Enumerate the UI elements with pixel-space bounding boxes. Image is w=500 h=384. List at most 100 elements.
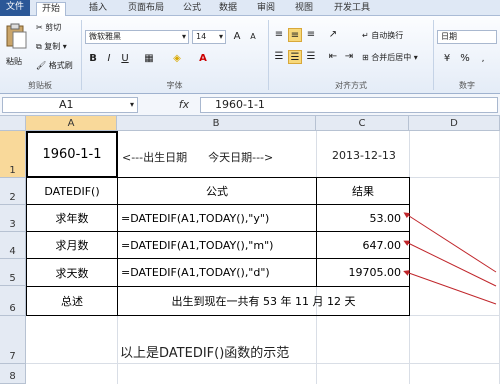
ribbon: 粘贴 ✂ 剪切 ⧉ 复制 ▾ 🖌 格式刷 剪贴板 微软雅黑 ▾ 14 ▾ A A B… [0,16,500,94]
percent-button[interactable]: % [458,52,472,66]
copy-button[interactable]: ⧉ 复制 ▾ [36,41,67,52]
tab-file[interactable]: 文件 [0,0,30,16]
tab-page-layout[interactable]: 页面布局 [122,2,170,16]
wrap-text-button[interactable]: ↵ 自动换行 [362,30,403,41]
font-size-value: 14 [196,32,207,41]
gridline [26,363,500,364]
cell-a1[interactable]: 1960-1-1 [26,131,118,178]
chevron-down-icon: ▾ [181,32,186,41]
row-header-8[interactable]: 8 [0,364,26,384]
cut-button[interactable]: ✂ 剪切 [36,22,61,33]
annotation-arrows [403,212,497,305]
align-top-icon[interactable]: ≡ [272,28,286,42]
row-header-5[interactable]: 5 [0,259,26,286]
bold-button[interactable]: B [86,52,100,66]
number-format-value: 日期 [441,32,457,41]
row-header-1[interactable]: 1 [0,131,26,178]
column-header-d[interactable]: D [409,116,500,131]
cell-b5[interactable]: =DATEDIF(A1,TODAY(),"d") [117,258,317,287]
column-header-c[interactable]: C [316,116,409,131]
italic-button[interactable]: I [102,52,116,66]
column-header-b[interactable]: B [117,116,316,131]
cell-a5[interactable]: 求天数 [26,258,118,287]
merge-icon: ⊞ [362,53,369,62]
merge-center-button[interactable]: ⊞ 合并后居中 ▾ [362,52,418,63]
ribbon-tab-bar: 文件 开始 插入 页面布局 公式 数据 审阅 视图 开发工具 [0,0,500,17]
tab-formulas[interactable]: 公式 [178,2,206,16]
tab-home[interactable]: 开始 [36,2,66,17]
cell-b6-merged[interactable]: 出生到现在一共有 53 年 11 月 12 天 [117,286,410,316]
cell-b2[interactable]: 公式 [117,177,317,205]
alignment-group-label: 对齐方式 [335,81,367,90]
align-center-icon[interactable]: ☰ [288,50,302,64]
font-group-label: 字体 [166,81,183,90]
insert-function-button[interactable]: fx [170,97,198,113]
align-bottom-icon[interactable]: ≡ [304,28,318,42]
tab-developer[interactable]: 开发工具 [328,2,376,16]
orientation-icon[interactable]: ↗ [326,28,340,42]
tab-review[interactable]: 审阅 [252,2,280,16]
row-header-6[interactable]: 6 [0,286,26,316]
number-format-select[interactable]: 日期 [437,30,497,44]
tab-insert[interactable]: 插入 [84,2,112,16]
tab-data[interactable]: 数据 [214,2,242,16]
formula-bar: A1 ▾ fx 1960-1-1 [0,94,500,116]
name-box-value: A1 [59,98,74,111]
paste-label: 粘贴 [6,57,22,66]
scissors-icon: ✂ [36,23,43,32]
cell-b3[interactable]: =DATEDIF(A1,TODAY(),"y") [117,204,317,232]
align-middle-icon[interactable]: ≡ [288,28,302,42]
font-name-select[interactable]: 微软雅黑 ▾ [85,30,189,44]
chevron-down-icon: ▾ [218,32,223,41]
ribbon-separator [268,20,269,90]
column-header-a[interactable]: A [26,116,117,131]
cell-b1[interactable]: <---出生日期 今天日期---> [122,149,273,165]
grow-font-button[interactable]: A [230,30,244,44]
shrink-font-button[interactable]: A [246,30,260,44]
currency-icon[interactable]: ¥ [440,52,454,66]
wrap-text-icon: ↵ [362,31,369,40]
wrap-text-label: 自动换行 [371,31,404,40]
select-all-corner[interactable] [0,116,26,131]
align-left-icon[interactable]: ☰ [272,50,286,64]
decrease-indent-icon[interactable]: ⇤ [326,50,340,64]
paste-icon [6,23,27,49]
row-header-7[interactable]: 7 [0,316,26,364]
row-header-3[interactable]: 3 [0,205,26,232]
paste-button[interactable] [4,22,28,52]
arrow-to-c5 [403,270,497,305]
comma-icon[interactable]: , [476,52,490,66]
cell-a3[interactable]: 求年数 [26,204,118,232]
increase-indent-icon[interactable]: ⇥ [342,50,356,64]
font-name-value: 微软雅黑 [89,32,121,41]
cell-a6[interactable]: 总述 [26,286,118,316]
cell-a2[interactable]: DATEDIF() [26,177,118,205]
cell-b4[interactable]: =DATEDIF(A1,TODAY(),"m") [117,231,317,259]
cell-c2[interactable]: 结果 [316,177,410,205]
arrow-to-c4 [403,240,497,287]
cut-label: 剪切 [45,23,62,32]
border-icon[interactable]: ▦ [142,52,156,66]
caption-text: 以上是DATEDIF()函数的示范 [120,346,290,361]
align-right-icon[interactable]: ☰ [304,50,318,64]
tab-view[interactable]: 视图 [290,2,318,16]
copy-label: 复制 [44,42,61,51]
format-painter-button[interactable]: 🖌 格式刷 [36,60,73,71]
cell-a4[interactable]: 求月数 [26,231,118,259]
cell-c1[interactable]: 2013-12-13 [332,149,396,162]
merge-center-label: 合并后居中 [371,53,412,62]
arrow-to-c3 [403,212,497,273]
fill-color-icon[interactable]: ◈ [170,52,184,66]
underline-button[interactable]: U [118,52,132,66]
name-box[interactable]: A1 ▾ [2,97,138,113]
number-group-label: 数字 [459,81,475,90]
font-size-select[interactable]: 14 ▾ [192,30,226,44]
clipboard-group-label: 剪贴板 [28,81,52,90]
font-color-icon[interactable]: A [196,52,210,66]
copy-icon: ⧉ [36,42,42,51]
row-header-4[interactable]: 4 [0,232,26,259]
formula-input[interactable]: 1960-1-1 [200,97,498,113]
row-header-2[interactable]: 2 [0,178,26,205]
format-painter-label: 格式刷 [48,61,73,70]
chevron-down-icon: ▾ [129,100,134,109]
